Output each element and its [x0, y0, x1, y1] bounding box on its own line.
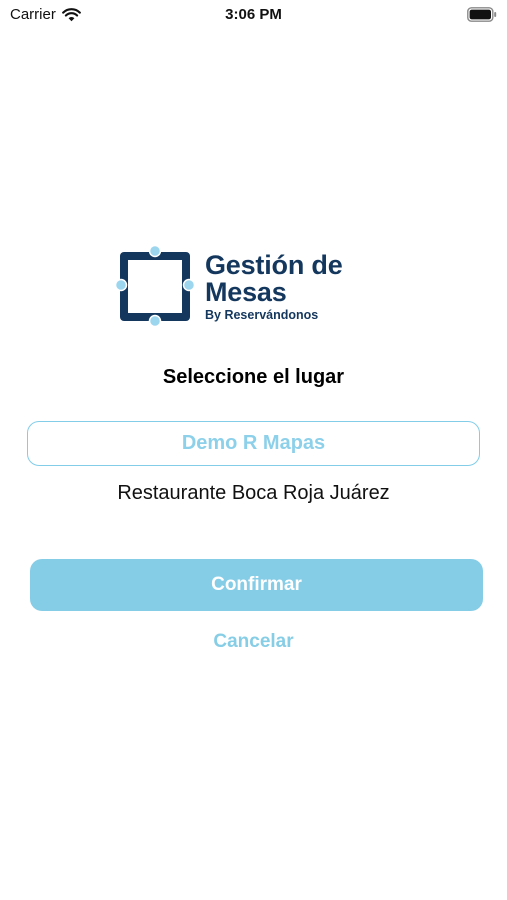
select-place-heading: Seleccione el lugar	[162, 366, 345, 388]
brand-text: Gestión de Mesas By Reservándonos	[205, 252, 343, 323]
brand-title-line-2: Mesas	[205, 277, 287, 307]
brand-title-line-1: Gestión de	[205, 250, 343, 280]
brand-subtitle: By Reservándonos	[205, 308, 319, 322]
place-picker: Demo R Mapas Restaurante Boca Roja Juáre…	[27, 421, 480, 520]
brand-logo: Gestión de Mesas By Reservándonos	[113, 243, 373, 329]
confirm-button[interactable]: Confirmar	[30, 559, 483, 611]
status-bar: Carrier 3:06 PM	[0, 0, 507, 32]
battery-icon	[467, 7, 497, 22]
table-frame-logo-icon	[114, 244, 196, 328]
status-time: 3:06 PM	[225, 6, 282, 23]
place-option[interactable]: Restaurante Boca Roja Juárez	[27, 466, 480, 520]
place-option-selected[interactable]: Demo R Mapas	[27, 421, 480, 466]
cancel-button[interactable]: Cancelar	[0, 631, 507, 653]
